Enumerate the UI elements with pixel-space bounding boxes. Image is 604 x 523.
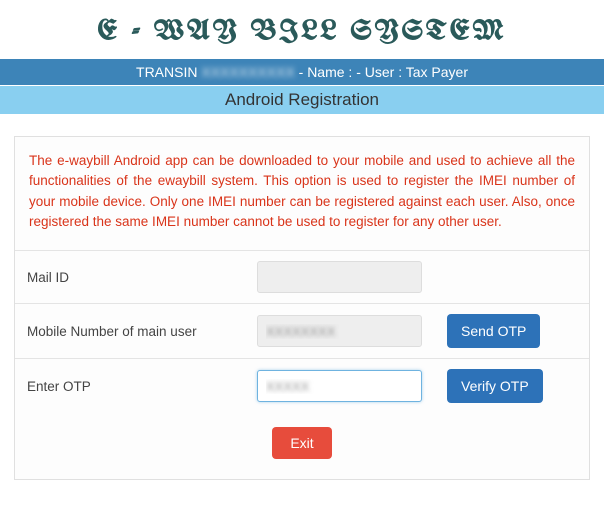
page-subtitle: Android Registration (0, 85, 604, 114)
row-mobile: Mobile Number of main user Send OTP (15, 304, 589, 359)
mail-id-label: Mail ID (15, 251, 245, 304)
otp-input[interactable] (257, 370, 422, 402)
mobile-label: Mobile Number of main user (15, 304, 245, 359)
description-text: The e-waybill Android app can be downloa… (15, 137, 589, 250)
row-otp: Enter OTP Verify OTP (15, 359, 589, 414)
registration-form: Mail ID Mobile Number of main user Send … (15, 250, 589, 479)
mail-id-input (257, 261, 422, 293)
user-meta: - Name : - User : Tax Payer (299, 64, 468, 80)
user-info-bar: TRANSIN XXXXXXXXXX - Name : - User : Tax… (0, 59, 604, 85)
transin-label: TRANSIN (136, 64, 197, 80)
mobile-input (257, 315, 422, 347)
otp-label: Enter OTP (15, 359, 245, 414)
exit-button[interactable]: Exit (272, 427, 332, 459)
registration-panel: The e-waybill Android app can be downloa… (14, 136, 590, 480)
row-mail-id: Mail ID (15, 251, 589, 304)
send-otp-button[interactable]: Send OTP (447, 314, 540, 348)
verify-otp-button[interactable]: Verify OTP (447, 369, 543, 403)
row-exit: Exit (15, 413, 589, 479)
transin-value: XXXXXXXXXX (201, 64, 294, 80)
app-title: E - WAY BILL SYSTEM (0, 0, 604, 59)
